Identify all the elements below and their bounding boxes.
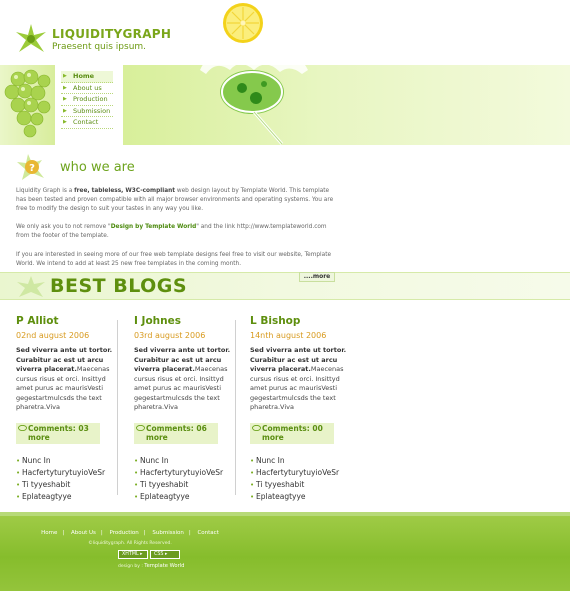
star-splash-icon: ?	[17, 154, 44, 180]
triangle-right-icon: ▶	[63, 119, 67, 125]
footer-nav: Home | About Us | Production | Submission | …	[41, 530, 219, 536]
list-item[interactable]: • Nunc In	[134, 455, 239, 467]
templates-paragraph: If you are interested in seeing more of …	[16, 252, 332, 267]
nav-item-about-us[interactable]: ▶ About us	[61, 83, 113, 94]
triangle-right-icon: ▶	[63, 96, 67, 102]
dot-icon: •	[250, 456, 255, 465]
attribution-paragraph: We only ask you to not remove "Design by…	[16, 224, 327, 239]
dot-icon: •	[134, 468, 139, 477]
list-item[interactable]: • Ti tyyeshabit	[16, 479, 121, 491]
blog-excerpt: Sed viverra ante ut tortor. Curabitur ac…	[134, 346, 231, 411]
blog-column: I Johnes 03rd august 2006 Sed viverra an…	[134, 315, 239, 503]
dot-icon: •	[134, 456, 139, 465]
list-item[interactable]: • Ti tyyeshabit	[250, 479, 355, 491]
list-item[interactable]: • Eplateagtyye	[16, 491, 121, 503]
comments-box[interactable]: Comments: 00 more	[250, 422, 334, 444]
blog-column: L Bishop 14nth august 2006 Sed viverra a…	[250, 315, 355, 503]
more-button[interactable]: ....more	[299, 272, 335, 282]
speech-bubble-icon	[136, 424, 145, 431]
template-world-link[interactable]: Template World	[144, 563, 184, 569]
blog-date: 03rd august 2006	[134, 331, 206, 340]
triangle-right-icon: ▶	[63, 73, 67, 79]
comments-count: Comments: 06	[146, 423, 207, 433]
list-item[interactable]: • Ti tyyeshabit	[134, 479, 239, 491]
list-item[interactable]: • HacfertyturytuyioVeSr	[250, 467, 355, 479]
xhtml-badge[interactable]: XHTML ▸	[118, 550, 148, 559]
speech-bubble-icon	[252, 424, 261, 431]
copyright: ©liquiditygraph. All Rights Reserved.	[88, 541, 172, 546]
nav-item-production[interactable]: ▶ Production	[61, 94, 113, 106]
dot-icon: •	[250, 480, 255, 489]
comments-count: Comments: 03	[28, 423, 89, 433]
star-splash-icon	[16, 24, 46, 52]
logo-name: LIQUIDITYGRAPH	[52, 27, 172, 41]
footer-link-contact[interactable]: Contact	[197, 530, 218, 536]
section-title-who-we-are: who we are	[60, 160, 135, 175]
blog-author[interactable]: I Johnes	[134, 315, 239, 327]
grapes-image	[0, 65, 55, 145]
triangle-right-icon: ▶	[63, 84, 67, 91]
list-item[interactable]: • Eplateagtyye	[250, 491, 355, 503]
star-splash-icon	[17, 276, 45, 297]
blog-author[interactable]: P Alliot	[16, 315, 121, 327]
intro-paragraph: Liquidity Graph is a free, tableless, W3…	[16, 188, 334, 212]
dot-icon: •	[16, 456, 21, 465]
comments-more-link[interactable]: more	[262, 433, 334, 442]
list-item[interactable]: • Eplateagtyye	[134, 491, 239, 503]
nav-item-home[interactable]: ▶ Home	[61, 71, 113, 83]
list-item[interactable]: • Nunc In	[16, 455, 121, 467]
logo[interactable]: LIQUIDITYGRAPH Praesent quis ipsum.	[14, 22, 174, 60]
dot-icon: •	[16, 468, 21, 477]
comments-more-link[interactable]: more	[28, 433, 100, 442]
blog-excerpt: Sed viverra ante ut tortor. Curabitur ac…	[250, 346, 347, 411]
footer-link-submission[interactable]: Submission	[152, 530, 183, 536]
dot-icon: •	[134, 492, 139, 501]
blog-column: P Alliot 02nd august 2006 Sed viverra an…	[16, 315, 121, 503]
comments-count: Comments: 00	[262, 423, 323, 433]
footer-link-production[interactable]: Production	[110, 530, 139, 536]
lemon-slice-image	[223, 3, 263, 43]
list-item[interactable]: • Nunc In	[250, 455, 355, 467]
blog-author[interactable]: L Bishop	[250, 315, 355, 327]
blog-date: 14nth august 2006	[250, 331, 327, 340]
design-credit-link[interactable]: Design by Template World	[111, 224, 197, 230]
main-nav: ▶ Home ▶ About us ▶ Production ▶ Submission …	[55, 65, 123, 145]
dot-icon: •	[134, 480, 139, 489]
dot-icon: •	[250, 492, 255, 501]
blog-excerpt: Sed viverra ante ut tortor. Curabitur ac…	[16, 346, 113, 411]
footer	[0, 512, 570, 591]
css-badge[interactable]: CSS ▸	[150, 550, 180, 559]
design-credit: design by : Template World	[118, 563, 185, 569]
triangle-right-icon: ▶	[63, 107, 67, 114]
comments-box[interactable]: Comments: 06 more	[134, 422, 218, 444]
nav-item-submission[interactable]: ▶ Submission	[61, 106, 113, 117]
footer-link-about-us[interactable]: About Us	[71, 530, 96, 536]
list-item[interactable]: • HacfertyturytuyioVeSr	[16, 467, 121, 479]
list-item[interactable]: • HacfertyturytuyioVeSr	[134, 467, 239, 479]
dot-icon: •	[16, 492, 21, 501]
comments-more-link[interactable]: more	[146, 433, 218, 442]
splash-glass-image	[200, 52, 308, 145]
comments-box[interactable]: Comments: 03 more	[16, 422, 100, 444]
section-title-best-blogs: BEST BLOGS	[50, 275, 188, 297]
footer-link-home[interactable]: Home	[41, 530, 57, 536]
blog-date: 02nd august 2006	[16, 331, 90, 340]
nav-item-contact[interactable]: ▶ Contact	[61, 117, 113, 129]
dot-icon: •	[250, 468, 255, 477]
dot-icon: •	[16, 480, 21, 489]
svg-text:?: ?	[29, 163, 35, 174]
logo-tagline: Praesent quis ipsum.	[52, 42, 147, 52]
speech-bubble-icon	[18, 424, 27, 431]
